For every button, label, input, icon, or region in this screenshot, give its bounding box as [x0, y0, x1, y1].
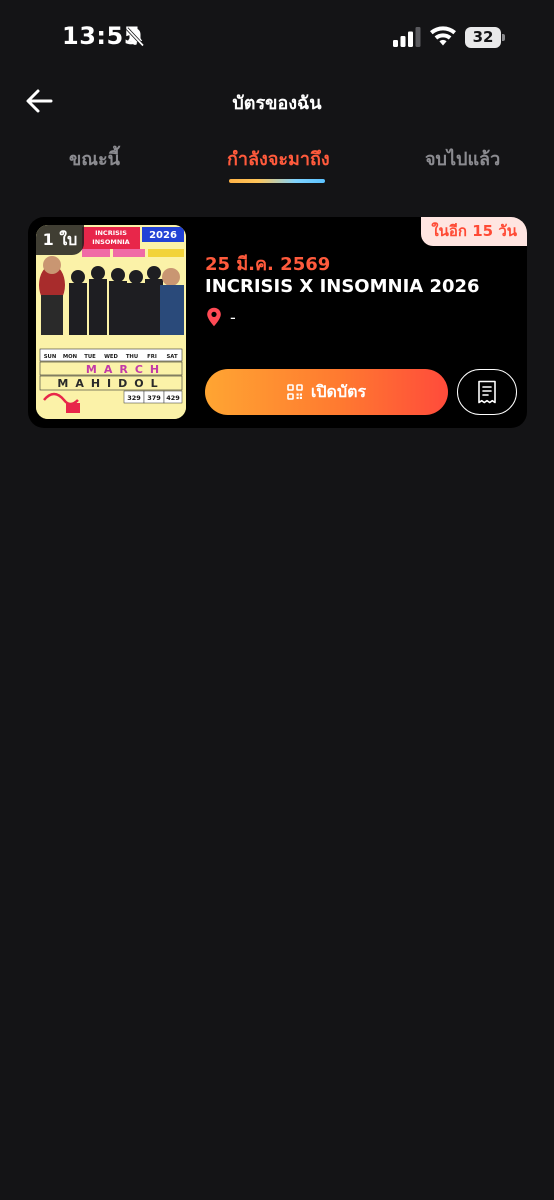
bell-slash-icon: [125, 27, 145, 47]
tab-upcoming[interactable]: กำลังจะมาถึง: [227, 144, 330, 173]
active-tab-indicator: [229, 179, 325, 183]
poster-price-1: 329: [127, 394, 141, 402]
map-pin-icon: [207, 307, 221, 327]
battery-icon: 32: [465, 27, 505, 49]
receipt-button[interactable]: [457, 369, 517, 415]
receipt-icon: [478, 380, 496, 404]
poster-day-tue: TUE: [84, 354, 96, 360]
wifi-icon: [430, 26, 456, 46]
event-poster: INCRISIS INSOMNIA 2026 SUN MON TUE WED T…: [36, 225, 186, 419]
poster-price-3: 429: [166, 394, 180, 402]
event-location: -: [206, 307, 236, 327]
status-bar: 13:55 32: [0, 0, 554, 76]
location-text: -: [230, 307, 236, 327]
poster-title-1: INCRISIS: [95, 229, 127, 237]
ticket-quantity-badge: 1 ใบ: [36, 225, 84, 255]
cellular-signal-icon: [393, 27, 421, 47]
poster-day-mon: MON: [63, 354, 77, 360]
open-ticket-label: เปิดบัตร: [310, 381, 367, 401]
tab-past[interactable]: จบไปแล้ว: [425, 144, 500, 173]
countdown-badge: ในอีก 15 วัน: [421, 217, 527, 246]
poster-day-sat: SAT: [166, 354, 178, 360]
poster-day-thu: THU: [126, 354, 138, 360]
event-date: 25 มี.ค. 2569: [205, 254, 331, 275]
poster-title-2: INSOMNIA: [92, 238, 129, 246]
poster-year: 2026: [149, 230, 177, 241]
poster-venue: MAHIDOL: [57, 377, 164, 390]
tab-now[interactable]: ขณะนี้: [69, 144, 120, 173]
open-ticket-button[interactable]: เปิดบัตร: [205, 369, 448, 415]
tab-bar: ขณะนี้ กำลังจะมาถึง จบไปแล้ว: [0, 140, 554, 190]
poster-month: MARCH: [86, 363, 166, 376]
page-title: บัตรของฉัน: [232, 93, 322, 114]
battery-level: 32: [465, 27, 501, 48]
qr-code-icon: [287, 384, 303, 400]
poster-day-fri: FRI: [147, 354, 157, 360]
poster-price-2: 379: [147, 394, 161, 402]
poster-day-wed: WED: [104, 354, 118, 360]
event-name: INCRISIS X INSOMNIA 2026: [205, 276, 480, 297]
poster-day-sun: SUN: [44, 354, 57, 360]
battery-tip: [502, 34, 505, 41]
ticket-card[interactable]: INCRISIS INSOMNIA 2026 SUN MON TUE WED T…: [28, 217, 527, 428]
